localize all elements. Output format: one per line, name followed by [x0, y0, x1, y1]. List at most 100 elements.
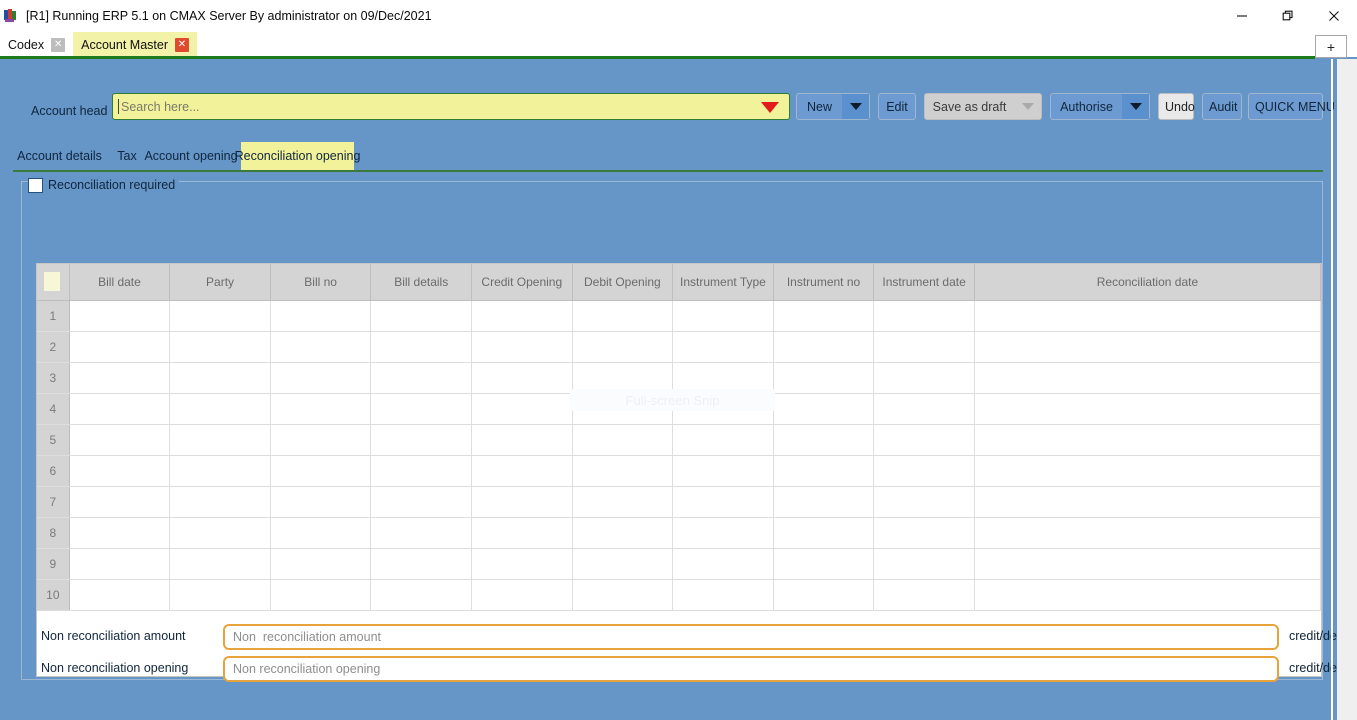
table-row[interactable]: 7 — [37, 487, 1321, 518]
cell-credit-opening[interactable] — [472, 456, 573, 487]
col-bill-no[interactable]: Bill no — [270, 264, 371, 301]
cell-instrument-date[interactable] — [874, 518, 975, 549]
col-instrument-date[interactable]: Instrument date — [874, 264, 975, 301]
cell-credit-opening[interactable] — [472, 425, 573, 456]
cell-bill-date[interactable] — [69, 363, 170, 394]
row-number[interactable]: 5 — [37, 425, 69, 456]
cell-reconciliation-date[interactable] — [974, 549, 1320, 580]
doc-tab-codex[interactable]: Codex ✕ — [0, 32, 73, 57]
row-number[interactable]: 8 — [37, 518, 69, 549]
cell-debit-opening[interactable] — [572, 332, 673, 363]
cell-party[interactable] — [170, 332, 271, 363]
row-number[interactable]: 9 — [37, 549, 69, 580]
cell-reconciliation-date[interactable] — [974, 518, 1320, 549]
new-dropdown-toggle[interactable] — [842, 94, 869, 119]
col-credit-opening[interactable]: Credit Opening — [472, 264, 573, 301]
cell-instrument-type[interactable] — [673, 425, 774, 456]
cell-bill-details[interactable] — [371, 549, 472, 580]
cell-instrument-no[interactable] — [773, 301, 874, 332]
cell-party[interactable] — [170, 456, 271, 487]
undo-button[interactable]: Undo — [1158, 93, 1194, 120]
cell-credit-opening[interactable] — [472, 518, 573, 549]
new-button[interactable]: New — [796, 93, 870, 120]
cell-instrument-no[interactable] — [773, 332, 874, 363]
col-bill-date[interactable]: Bill date — [69, 264, 170, 301]
cell-instrument-no[interactable] — [773, 363, 874, 394]
reconciliation-required-checkbox[interactable]: Reconciliation required — [28, 177, 179, 193]
cell-bill-date[interactable] — [69, 487, 170, 518]
cell-credit-opening[interactable] — [472, 487, 573, 518]
cell-instrument-type[interactable] — [673, 549, 774, 580]
cell-reconciliation-date[interactable] — [974, 580, 1320, 611]
cell-bill-no[interactable] — [270, 363, 371, 394]
grid-corner-cell[interactable] — [37, 264, 69, 301]
cell-bill-no[interactable] — [270, 332, 371, 363]
cell-instrument-type[interactable] — [673, 456, 774, 487]
cell-party[interactable] — [170, 301, 271, 332]
cell-bill-details[interactable] — [371, 363, 472, 394]
cell-instrument-date[interactable] — [874, 332, 975, 363]
cell-bill-date[interactable] — [69, 518, 170, 549]
non-reconciliation-opening-input[interactable]: Non reconciliation opening — [223, 656, 1279, 682]
save-as-draft-dropdown-toggle[interactable] — [1014, 94, 1041, 119]
tab-tax[interactable]: Tax — [106, 142, 148, 170]
cell-reconciliation-date[interactable] — [974, 456, 1320, 487]
cell-bill-date[interactable] — [69, 580, 170, 611]
close-icon[interactable]: ✕ — [175, 38, 189, 52]
account-head-search-input[interactable]: Search here... — [112, 93, 790, 120]
cell-bill-no[interactable] — [270, 394, 371, 425]
cell-debit-opening[interactable] — [572, 456, 673, 487]
cell-instrument-no[interactable] — [773, 518, 874, 549]
cell-instrument-no[interactable] — [773, 425, 874, 456]
cell-bill-details[interactable] — [371, 301, 472, 332]
restore-button[interactable] — [1265, 0, 1311, 32]
cell-credit-opening[interactable] — [472, 580, 573, 611]
close-icon[interactable]: ✕ — [51, 38, 65, 52]
cell-debit-opening[interactable] — [572, 487, 673, 518]
checkbox-box[interactable] — [28, 178, 43, 193]
cell-party[interactable] — [170, 580, 271, 611]
table-row[interactable]: 8 — [37, 518, 1321, 549]
cell-debit-opening[interactable] — [572, 518, 673, 549]
table-row[interactable]: 6 — [37, 456, 1321, 487]
row-number[interactable]: 7 — [37, 487, 69, 518]
cell-reconciliation-date[interactable] — [974, 487, 1320, 518]
row-number[interactable]: 3 — [37, 363, 69, 394]
cell-bill-date[interactable] — [69, 425, 170, 456]
cell-bill-no[interactable] — [270, 301, 371, 332]
cell-party[interactable] — [170, 549, 271, 580]
table-row[interactable]: 10 — [37, 580, 1321, 611]
row-number[interactable]: 1 — [37, 301, 69, 332]
table-row[interactable]: 2 — [37, 332, 1321, 363]
doc-tab-account-master[interactable]: Account Master ✕ — [73, 32, 197, 57]
cell-instrument-type[interactable] — [673, 301, 774, 332]
cell-bill-date[interactable] — [69, 301, 170, 332]
cell-instrument-no[interactable] — [773, 549, 874, 580]
cell-instrument-date[interactable] — [874, 394, 975, 425]
cell-party[interactable] — [170, 363, 271, 394]
row-number[interactable]: 4 — [37, 394, 69, 425]
row-number[interactable]: 6 — [37, 456, 69, 487]
col-reconciliation-date[interactable]: Reconciliation date — [974, 264, 1320, 301]
cell-bill-details[interactable] — [371, 456, 472, 487]
col-bill-details[interactable]: Bill details — [371, 264, 472, 301]
cell-bill-no[interactable] — [270, 549, 371, 580]
cell-instrument-no[interactable] — [773, 456, 874, 487]
col-instrument-type[interactable]: Instrument Type — [673, 264, 774, 301]
cell-instrument-date[interactable] — [874, 456, 975, 487]
cell-reconciliation-date[interactable] — [974, 332, 1320, 363]
quick-menu-button[interactable]: QUICK MENU — [1248, 93, 1323, 120]
table-row[interactable]: 1 — [37, 301, 1321, 332]
row-number[interactable]: 10 — [37, 580, 69, 611]
save-as-draft-button[interactable]: Save as draft — [924, 93, 1042, 120]
cell-instrument-no[interactable] — [773, 394, 874, 425]
audit-button[interactable]: Audit — [1202, 93, 1242, 120]
table-row[interactable]: 3 — [37, 363, 1321, 394]
cell-instrument-type[interactable] — [673, 363, 774, 394]
cell-instrument-no[interactable] — [773, 580, 874, 611]
cell-reconciliation-date[interactable] — [974, 363, 1320, 394]
cell-bill-date[interactable] — [69, 456, 170, 487]
row-number[interactable]: 2 — [37, 332, 69, 363]
cell-debit-opening[interactable] — [572, 549, 673, 580]
cell-party[interactable] — [170, 425, 271, 456]
